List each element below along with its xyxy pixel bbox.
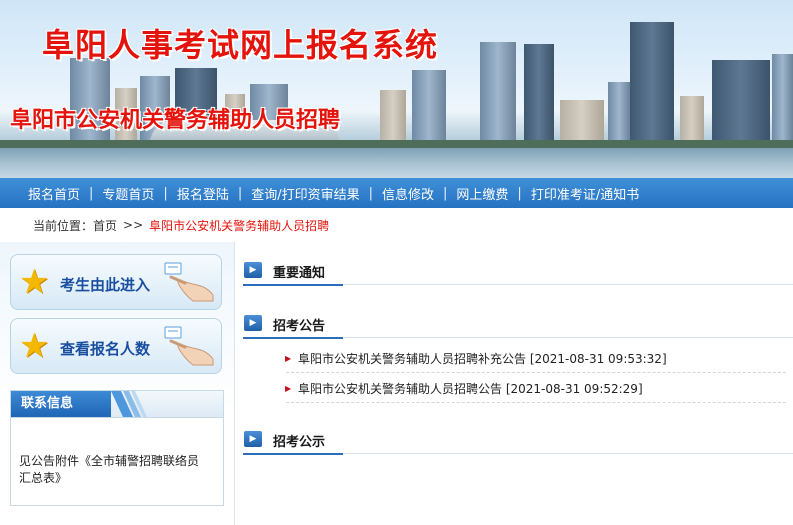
skyline-building [480, 42, 516, 140]
skyline-building [524, 44, 554, 140]
contact-info-title: 联系信息 [11, 391, 111, 417]
nav-separator: | [368, 185, 373, 201]
section-title: 重要通知 [273, 266, 326, 281]
section-underline [243, 337, 343, 339]
section-recruitment-publicity: ▶ 招考公示 [243, 425, 793, 455]
candidate-enter-button[interactable]: ★ 考生由此进入 [10, 254, 222, 310]
left-sidebar: ★ 考生由此进入 ★ 查看报名人数 联系信息 见公告附件《全市辅警招聘联络员汇总… [0, 242, 235, 525]
notice-text: 阜阳市公安机关警务辅助人员招聘公告 [2021-08-31 09:52:29] [298, 382, 643, 396]
contact-info-panel: 联系信息 见公告附件《全市辅警招聘联络员汇总表》 [10, 390, 224, 506]
breadcrumb-label: 当前位置： [33, 218, 94, 233]
nav-separator: | [163, 185, 168, 201]
skyline-building [772, 54, 793, 140]
lake-water [0, 148, 793, 178]
skyline-building [680, 96, 704, 140]
skyline-building [380, 90, 406, 140]
section-important-notice: ▶ 重要通知 [243, 256, 793, 286]
nav-separator: | [89, 185, 94, 201]
arrow-right-icon: ▶ [244, 315, 262, 331]
nav-item-qualification-results[interactable]: 查询/打印资审结果 [251, 184, 359, 203]
breadcrumb-current: 阜阳市公安机关警务辅助人员招聘 [149, 218, 330, 233]
section-title: 招考公告 [273, 319, 326, 334]
arrow-right-icon: ▶ [244, 431, 262, 447]
section-recruitment-announcements: ▶ 招考公告 [243, 309, 793, 339]
triangle-right-icon: ▶ [285, 354, 292, 363]
notice-link[interactable]: ▶ 阜阳市公安机关警务辅助人员招聘公告 [2021-08-31 09:52:29… [285, 376, 786, 403]
nav-item-print-admission[interactable]: 打印准考证/通知书 [531, 184, 639, 203]
star-icon: ★ [19, 262, 50, 302]
candidate-enter-label: 考生由此进入 [60, 276, 151, 294]
skyline-building [560, 100, 604, 140]
nav-item-login[interactable]: 报名登陆 [177, 184, 229, 203]
breadcrumb: 当前位置： 首页 >> 阜阳市公安机关警务辅助人员招聘 [0, 208, 793, 242]
main-nav: 报名首页 | 专题首页 | 报名登陆 | 查询/打印资审结果 | 信息修改 | … [0, 178, 793, 208]
header-banner: 阜阳人事考试网上报名系统 阜阳市公安机关警务辅助人员招聘 [0, 0, 793, 178]
nav-item-edit-info[interactable]: 信息修改 [382, 184, 434, 203]
contact-info-header: 联系信息 [11, 391, 223, 418]
pointing-hand-icon [164, 262, 214, 302]
section-title: 招考公示 [273, 435, 326, 450]
skyline-building [712, 60, 770, 140]
skyline-building [608, 82, 630, 140]
breadcrumb-home-link[interactable]: 首页 [93, 217, 117, 234]
skyline-building [630, 22, 674, 140]
notice-link[interactable]: ▶ 阜阳市公安机关警务辅助人员招聘补充公告 [2021-08-31 09:53:… [285, 346, 786, 373]
notice-text: 阜阳市公安机关警务辅助人员招聘补充公告 [2021-08-31 09:53:32… [298, 352, 667, 366]
breadcrumb-arrow: >> [123, 218, 144, 232]
view-applicant-count-button[interactable]: ★ 查看报名人数 [10, 318, 222, 374]
arrow-right-icon: ▶ [244, 262, 262, 278]
stripes-decoration-icon [111, 391, 147, 417]
nav-item-topic-home[interactable]: 专题首页 [102, 184, 154, 203]
skyline-building [412, 70, 446, 140]
section-underline [243, 284, 343, 286]
nav-separator: | [237, 185, 243, 201]
nav-separator: | [443, 185, 448, 201]
star-icon: ★ [19, 326, 50, 366]
contact-info-text: 见公告附件《全市辅警招聘联络员汇总表》 [19, 454, 200, 485]
site-title: 阜阳人事考试网上报名系统 [42, 26, 439, 64]
exam-subtitle: 阜阳市公安机关警务辅助人员招聘 [10, 108, 341, 133]
nav-item-online-payment[interactable]: 网上缴费 [456, 184, 508, 203]
triangle-right-icon: ▶ [285, 384, 292, 393]
nav-item-home[interactable]: 报名首页 [28, 184, 80, 203]
nav-separator: | [517, 185, 522, 201]
view-applicant-count-label: 查看报名人数 [60, 340, 151, 358]
section-underline [243, 453, 343, 455]
pointing-hand-icon [164, 326, 214, 366]
